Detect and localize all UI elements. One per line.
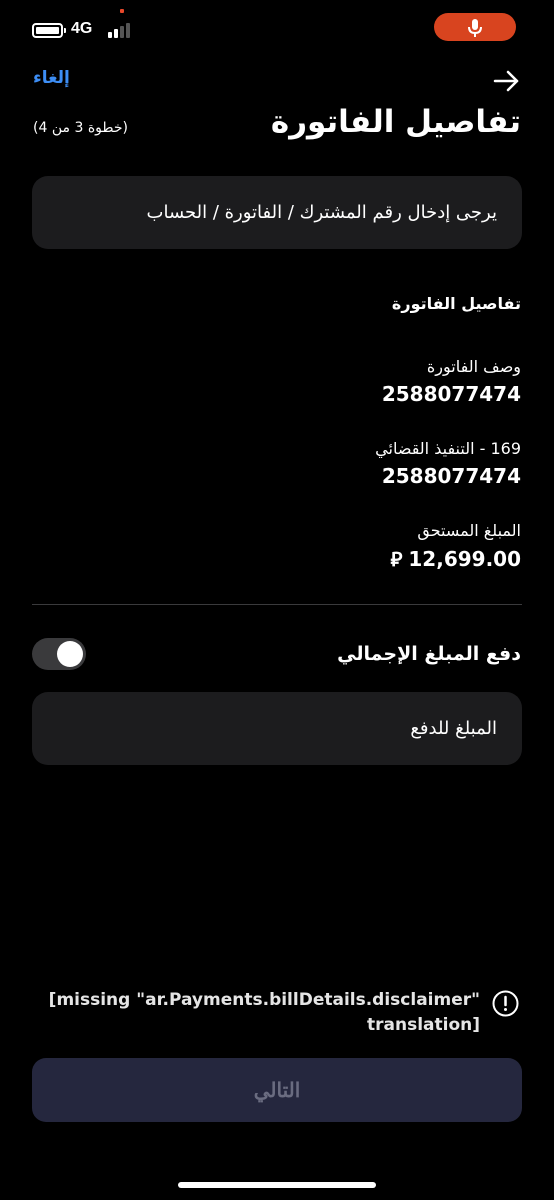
detail-label: وصف الفاتورة <box>426 357 521 376</box>
page-title: تفاصيل الفاتورة <box>270 104 521 140</box>
divider <box>32 604 522 605</box>
network-type: 4G <box>71 20 93 37</box>
exclamation-circle-icon <box>492 990 519 1017</box>
disclaimer-text: [missing "ar.Payments.billDetails.discla… <box>48 990 480 1035</box>
recording-dot-icon <box>120 9 124 13</box>
amount-due-value: ⃁ 12,699.00 <box>221 546 522 572</box>
microphone-icon <box>468 19 482 37</box>
status-bar: 4G <box>0 0 554 60</box>
microphone-indicator[interactable] <box>434 13 516 41</box>
detail-label: 169 - التنفيذ القضائي <box>375 439 521 458</box>
judicial-execution-item: 169 - التنفيذ القضائي 2588077474 <box>221 439 521 488</box>
cellular-signal-icon <box>108 23 130 38</box>
pay-full-amount-toggle[interactable] <box>32 638 86 670</box>
detail-value: 2588077474 <box>381 382 521 406</box>
arrow-right-icon <box>493 70 519 92</box>
detail-value: 2588077474 <box>381 464 521 488</box>
back-button[interactable] <box>491 66 521 96</box>
next-button[interactable]: التالي <box>32 1058 522 1122</box>
next-button-label: التالي <box>253 1079 301 1102</box>
cancel-link[interactable]: إلغاء <box>33 68 70 88</box>
battery-icon <box>32 23 66 38</box>
bill-details-heading: تفاصيل الفاتورة <box>391 294 521 313</box>
amount-to-pay-input[interactable]: المبلغ للدفع <box>32 692 522 765</box>
detail-label: المبلغ المستحق <box>417 521 521 540</box>
subscriber-input-placeholder: يرجى إدخال رقم المشترك / الفاتورة / الحس… <box>146 202 497 223</box>
pay-full-amount-label: دفع المبلغ الإجمالي <box>337 643 521 665</box>
amount-input-placeholder: المبلغ للدفع <box>410 718 497 739</box>
step-indicator: (خطوة 3 من 4) <box>33 120 128 136</box>
toggle-knob <box>57 641 83 667</box>
riyal-symbol: ⃁ <box>390 547 403 571</box>
subscriber-number-input[interactable]: يرجى إدخال رقم المشترك / الفاتورة / الحس… <box>32 176 522 249</box>
bill-description-item: وصف الفاتورة 2588077474 <box>221 357 521 406</box>
home-indicator[interactable] <box>178 1182 376 1188</box>
amount-due-number: 12,699.00 <box>408 547 521 571</box>
amount-due-item: المبلغ المستحق ⃁ 12,699.00 <box>221 521 522 572</box>
